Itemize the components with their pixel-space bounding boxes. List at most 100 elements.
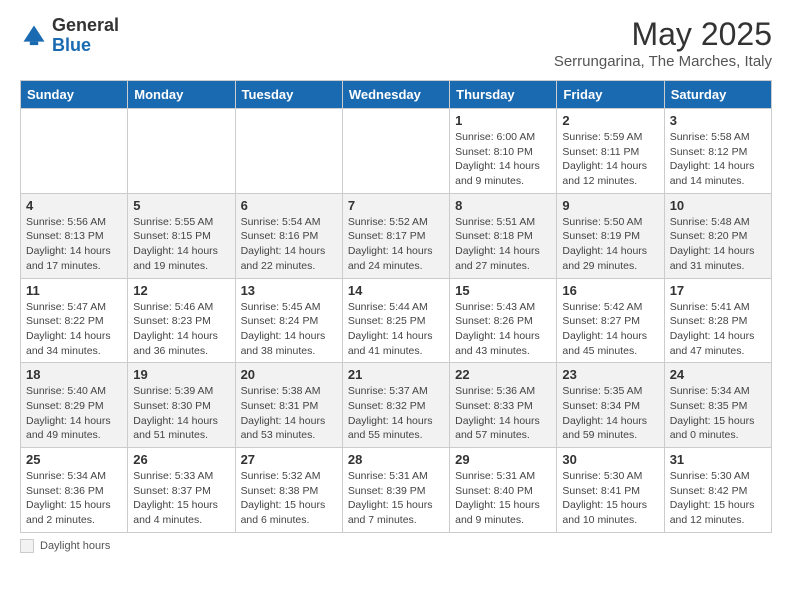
calendar-week-row: 1 Sunrise: 6:00 AM Sunset: 8:10 PM Daylig…: [21, 109, 772, 194]
day-info: Sunrise: 5:50 AM Sunset: 8:19 PM Dayligh…: [562, 215, 658, 274]
day-info: Sunrise: 5:31 AM Sunset: 8:39 PM Dayligh…: [348, 469, 444, 528]
day-info: Sunrise: 5:54 AM Sunset: 8:16 PM Dayligh…: [241, 215, 337, 274]
day-number: 5: [133, 198, 229, 213]
day-number: 25: [26, 452, 122, 467]
day-info: Sunrise: 6:00 AM Sunset: 8:10 PM Dayligh…: [455, 130, 551, 189]
header: General Blue May 2025 Serrungarina, The …: [20, 16, 772, 70]
daylight-label: Daylight hours: [40, 540, 110, 552]
day-info: Sunrise: 5:40 AM Sunset: 8:29 PM Dayligh…: [26, 384, 122, 443]
day-info: Sunrise: 5:42 AM Sunset: 8:27 PM Dayligh…: [562, 300, 658, 359]
day-number: 18: [26, 367, 122, 382]
day-number: 19: [133, 367, 229, 382]
day-info: Sunrise: 5:58 AM Sunset: 8:12 PM Dayligh…: [670, 130, 766, 189]
day-info: Sunrise: 5:55 AM Sunset: 8:15 PM Dayligh…: [133, 215, 229, 274]
day-info: Sunrise: 5:39 AM Sunset: 8:30 PM Dayligh…: [133, 384, 229, 443]
day-of-week-header: Friday: [557, 81, 664, 109]
calendar-cell: 20Sunrise: 5:38 AM Sunset: 8:31 PM Dayli…: [235, 363, 342, 448]
day-info: Sunrise: 5:37 AM Sunset: 8:32 PM Dayligh…: [348, 384, 444, 443]
day-info: Sunrise: 5:51 AM Sunset: 8:18 PM Dayligh…: [455, 215, 551, 274]
day-number: 29: [455, 452, 551, 467]
calendar-cell: 24Sunrise: 5:34 AM Sunset: 8:35 PM Dayli…: [664, 363, 771, 448]
calendar-cell: 12 Sunrise: 5:46 AM Sunset: 8:23 PM Dayli…: [128, 278, 235, 363]
main-title: May 2025: [554, 16, 772, 53]
day-number: 20: [241, 367, 337, 382]
day-number: 14: [348, 283, 444, 298]
footer: Daylight hours: [20, 539, 772, 553]
calendar-cell: 28Sunrise: 5:31 AM Sunset: 8:39 PM Dayli…: [342, 448, 449, 533]
day-info: Sunrise: 5:59 AM Sunset: 8:11 PM Dayligh…: [562, 130, 658, 189]
day-number: 11: [26, 283, 122, 298]
calendar-cell: 25Sunrise: 5:34 AM Sunset: 8:36 PM Dayli…: [21, 448, 128, 533]
day-info: Sunrise: 5:56 AM Sunset: 8:13 PM Dayligh…: [26, 215, 122, 274]
logo-general-text: General: [52, 16, 119, 36]
day-number: 26: [133, 452, 229, 467]
day-number: 10: [670, 198, 766, 213]
day-number: 21: [348, 367, 444, 382]
day-number: 8: [455, 198, 551, 213]
day-number: 13: [241, 283, 337, 298]
day-number: 15: [455, 283, 551, 298]
calendar-cell: 19 Sunrise: 5:39 AM Sunset: 8:30 PM Dayli…: [128, 363, 235, 448]
day-info: Sunrise: 5:43 AM Sunset: 8:26 PM Dayligh…: [455, 300, 551, 359]
calendar-cell: 30Sunrise: 5:30 AM Sunset: 8:41 PM Dayli…: [557, 448, 664, 533]
calendar-cell: 18 Sunrise: 5:40 AM Sunset: 8:29 PM Dayli…: [21, 363, 128, 448]
logo-blue-text: Blue: [52, 36, 119, 56]
calendar-cell: 13 Sunrise: 5:45 AM Sunset: 8:24 PM Dayli…: [235, 278, 342, 363]
page: General Blue May 2025 Serrungarina, The …: [0, 0, 792, 563]
logo-text: General Blue: [52, 16, 119, 56]
day-of-week-header: Sunday: [21, 81, 128, 109]
calendar-cell: [235, 109, 342, 194]
day-info: Sunrise: 5:46 AM Sunset: 8:23 PM Dayligh…: [133, 300, 229, 359]
calendar-cell: 26 Sunrise: 5:33 AM Sunset: 8:37 PM Dayli…: [128, 448, 235, 533]
calendar-cell: 5 Sunrise: 5:55 AM Sunset: 8:15 PM Daylig…: [128, 193, 235, 278]
calendar-cell: [128, 109, 235, 194]
day-info: Sunrise: 5:32 AM Sunset: 8:38 PM Dayligh…: [241, 469, 337, 528]
day-of-week-header: Wednesday: [342, 81, 449, 109]
calendar-table: SundayMondayTuesdayWednesdayThursdayFrid…: [20, 80, 772, 533]
calendar-cell: 10 Sunrise: 5:48 AM Sunset: 8:20 PM Dayli…: [664, 193, 771, 278]
day-of-week-header: Tuesday: [235, 81, 342, 109]
day-of-week-header: Thursday: [450, 81, 557, 109]
calendar-cell: 22 Sunrise: 5:36 AM Sunset: 8:33 PM Dayli…: [450, 363, 557, 448]
day-info: Sunrise: 5:45 AM Sunset: 8:24 PM Dayligh…: [241, 300, 337, 359]
day-info: Sunrise: 5:30 AM Sunset: 8:42 PM Dayligh…: [670, 469, 766, 528]
day-info: Sunrise: 5:30 AM Sunset: 8:41 PM Dayligh…: [562, 469, 658, 528]
header-row: SundayMondayTuesdayWednesdayThursdayFrid…: [21, 81, 772, 109]
day-info: Sunrise: 5:36 AM Sunset: 8:33 PM Dayligh…: [455, 384, 551, 443]
logo-icon: [20, 22, 48, 50]
day-number: 12: [133, 283, 229, 298]
day-info: Sunrise: 5:44 AM Sunset: 8:25 PM Dayligh…: [348, 300, 444, 359]
day-info: Sunrise: 5:31 AM Sunset: 8:40 PM Dayligh…: [455, 469, 551, 528]
daylight-legend-box: [20, 539, 34, 553]
title-block: May 2025 Serrungarina, The Marches, Ital…: [554, 16, 772, 70]
calendar-cell: 8 Sunrise: 5:51 AM Sunset: 8:18 PM Daylig…: [450, 193, 557, 278]
day-number: 6: [241, 198, 337, 213]
day-info: Sunrise: 5:48 AM Sunset: 8:20 PM Dayligh…: [670, 215, 766, 274]
day-number: 22: [455, 367, 551, 382]
day-number: 31: [670, 452, 766, 467]
day-of-week-header: Saturday: [664, 81, 771, 109]
day-number: 27: [241, 452, 337, 467]
day-of-week-header: Monday: [128, 81, 235, 109]
calendar-cell: 11Sunrise: 5:47 AM Sunset: 8:22 PM Dayli…: [21, 278, 128, 363]
calendar-cell: 16 Sunrise: 5:42 AM Sunset: 8:27 PM Dayli…: [557, 278, 664, 363]
calendar-cell: 9 Sunrise: 5:50 AM Sunset: 8:19 PM Daylig…: [557, 193, 664, 278]
calendar-cell: 14 Sunrise: 5:44 AM Sunset: 8:25 PM Dayli…: [342, 278, 449, 363]
day-number: 1: [455, 113, 551, 128]
calendar-cell: 29 Sunrise: 5:31 AM Sunset: 8:40 PM Dayli…: [450, 448, 557, 533]
day-info: Sunrise: 5:34 AM Sunset: 8:35 PM Dayligh…: [670, 384, 766, 443]
day-number: 9: [562, 198, 658, 213]
day-info: Sunrise: 5:33 AM Sunset: 8:37 PM Dayligh…: [133, 469, 229, 528]
calendar-week-row: 11Sunrise: 5:47 AM Sunset: 8:22 PM Dayli…: [21, 278, 772, 363]
day-number: 16: [562, 283, 658, 298]
calendar-cell: 4Sunrise: 5:56 AM Sunset: 8:13 PM Daylig…: [21, 193, 128, 278]
day-number: 2: [562, 113, 658, 128]
calendar-cell: 15 Sunrise: 5:43 AM Sunset: 8:26 PM Dayli…: [450, 278, 557, 363]
calendar-cell: 6 Sunrise: 5:54 AM Sunset: 8:16 PM Daylig…: [235, 193, 342, 278]
day-number: 17: [670, 283, 766, 298]
day-info: Sunrise: 5:35 AM Sunset: 8:34 PM Dayligh…: [562, 384, 658, 443]
calendar-cell: 2 Sunrise: 5:59 AM Sunset: 8:11 PM Daylig…: [557, 109, 664, 194]
calendar-week-row: 25Sunrise: 5:34 AM Sunset: 8:36 PM Dayli…: [21, 448, 772, 533]
calendar-cell: 1 Sunrise: 6:00 AM Sunset: 8:10 PM Daylig…: [450, 109, 557, 194]
calendar-cell: 17Sunrise: 5:41 AM Sunset: 8:28 PM Dayli…: [664, 278, 771, 363]
